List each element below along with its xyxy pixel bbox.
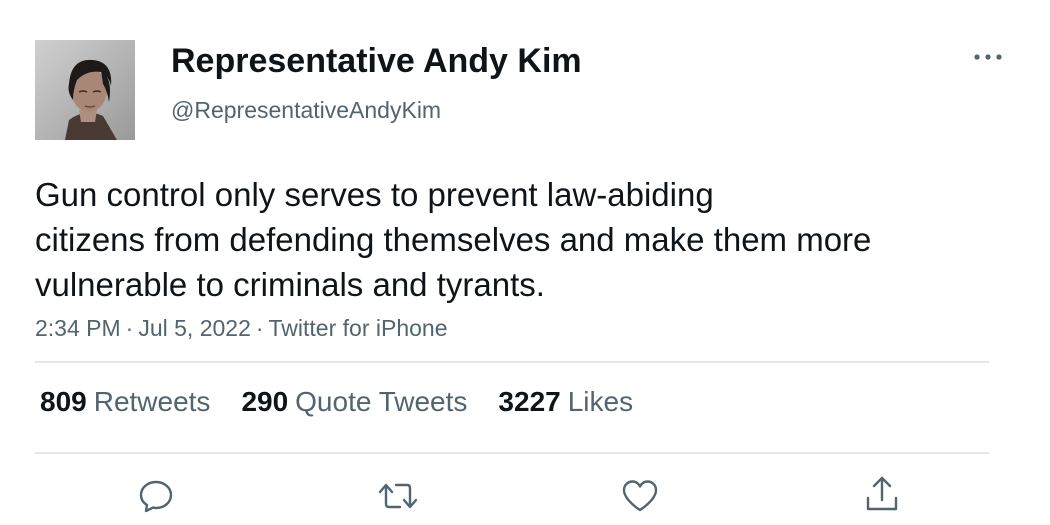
author-handle[interactable]: @RepresentativeAndyKim xyxy=(171,97,441,124)
separator: · xyxy=(255,315,264,341)
tweet-text-line: Gun control only serves to prevent law-a… xyxy=(35,176,714,213)
quote-tweets-label: Quote Tweets xyxy=(295,386,468,417)
tweet-time[interactable]: 2:34 PM xyxy=(35,315,121,341)
retweets-count: 809 xyxy=(40,386,87,417)
likes-stat[interactable]: 3227 Likes xyxy=(498,386,633,418)
more-horizontal-icon xyxy=(974,54,1002,60)
quote-tweets-stat[interactable]: 290 Quote Tweets xyxy=(241,386,467,418)
author-display-name[interactable]: Representative Andy Kim xyxy=(171,42,582,81)
like-button[interactable] xyxy=(618,474,662,518)
retweet-button[interactable] xyxy=(376,474,420,518)
avatar[interactable] xyxy=(35,40,135,140)
engagement-stats: 809 Retweets 290 Quote Tweets 3227 Likes xyxy=(40,386,664,418)
retweet-icon xyxy=(378,483,418,509)
tweet-text-line: vulnerable to criminals and tyrants. xyxy=(35,266,545,303)
likes-count: 3227 xyxy=(498,386,561,417)
separator: · xyxy=(125,315,134,341)
tweet-source[interactable]: Twitter for iPhone xyxy=(269,315,448,341)
retweets-stat[interactable]: 809 Retweets xyxy=(40,386,210,418)
retweets-label: Retweets xyxy=(93,386,211,417)
avatar-image xyxy=(35,40,135,140)
heart-icon xyxy=(622,480,658,512)
tweet-actions-bar xyxy=(0,468,1050,518)
divider xyxy=(35,452,989,454)
tweet-metadata: 2:34 PM · Jul 5, 2022 · Twitter for iPhone xyxy=(35,315,448,342)
tweet-body: Gun control only serves to prevent law-a… xyxy=(35,172,995,307)
tweet-card: Representative Andy Kim @RepresentativeA… xyxy=(0,0,1050,525)
tweet-date[interactable]: Jul 5, 2022 xyxy=(138,315,251,341)
reply-button[interactable] xyxy=(134,474,178,518)
more-options-button[interactable] xyxy=(966,42,1010,72)
share-icon xyxy=(866,476,898,511)
quote-tweets-count: 290 xyxy=(241,386,289,417)
reply-icon xyxy=(139,480,173,513)
likes-label: Likes xyxy=(567,386,634,417)
divider xyxy=(35,361,989,363)
share-button[interactable] xyxy=(860,472,904,516)
tweet-text-line: citizens from defending themselves and m… xyxy=(35,221,872,258)
